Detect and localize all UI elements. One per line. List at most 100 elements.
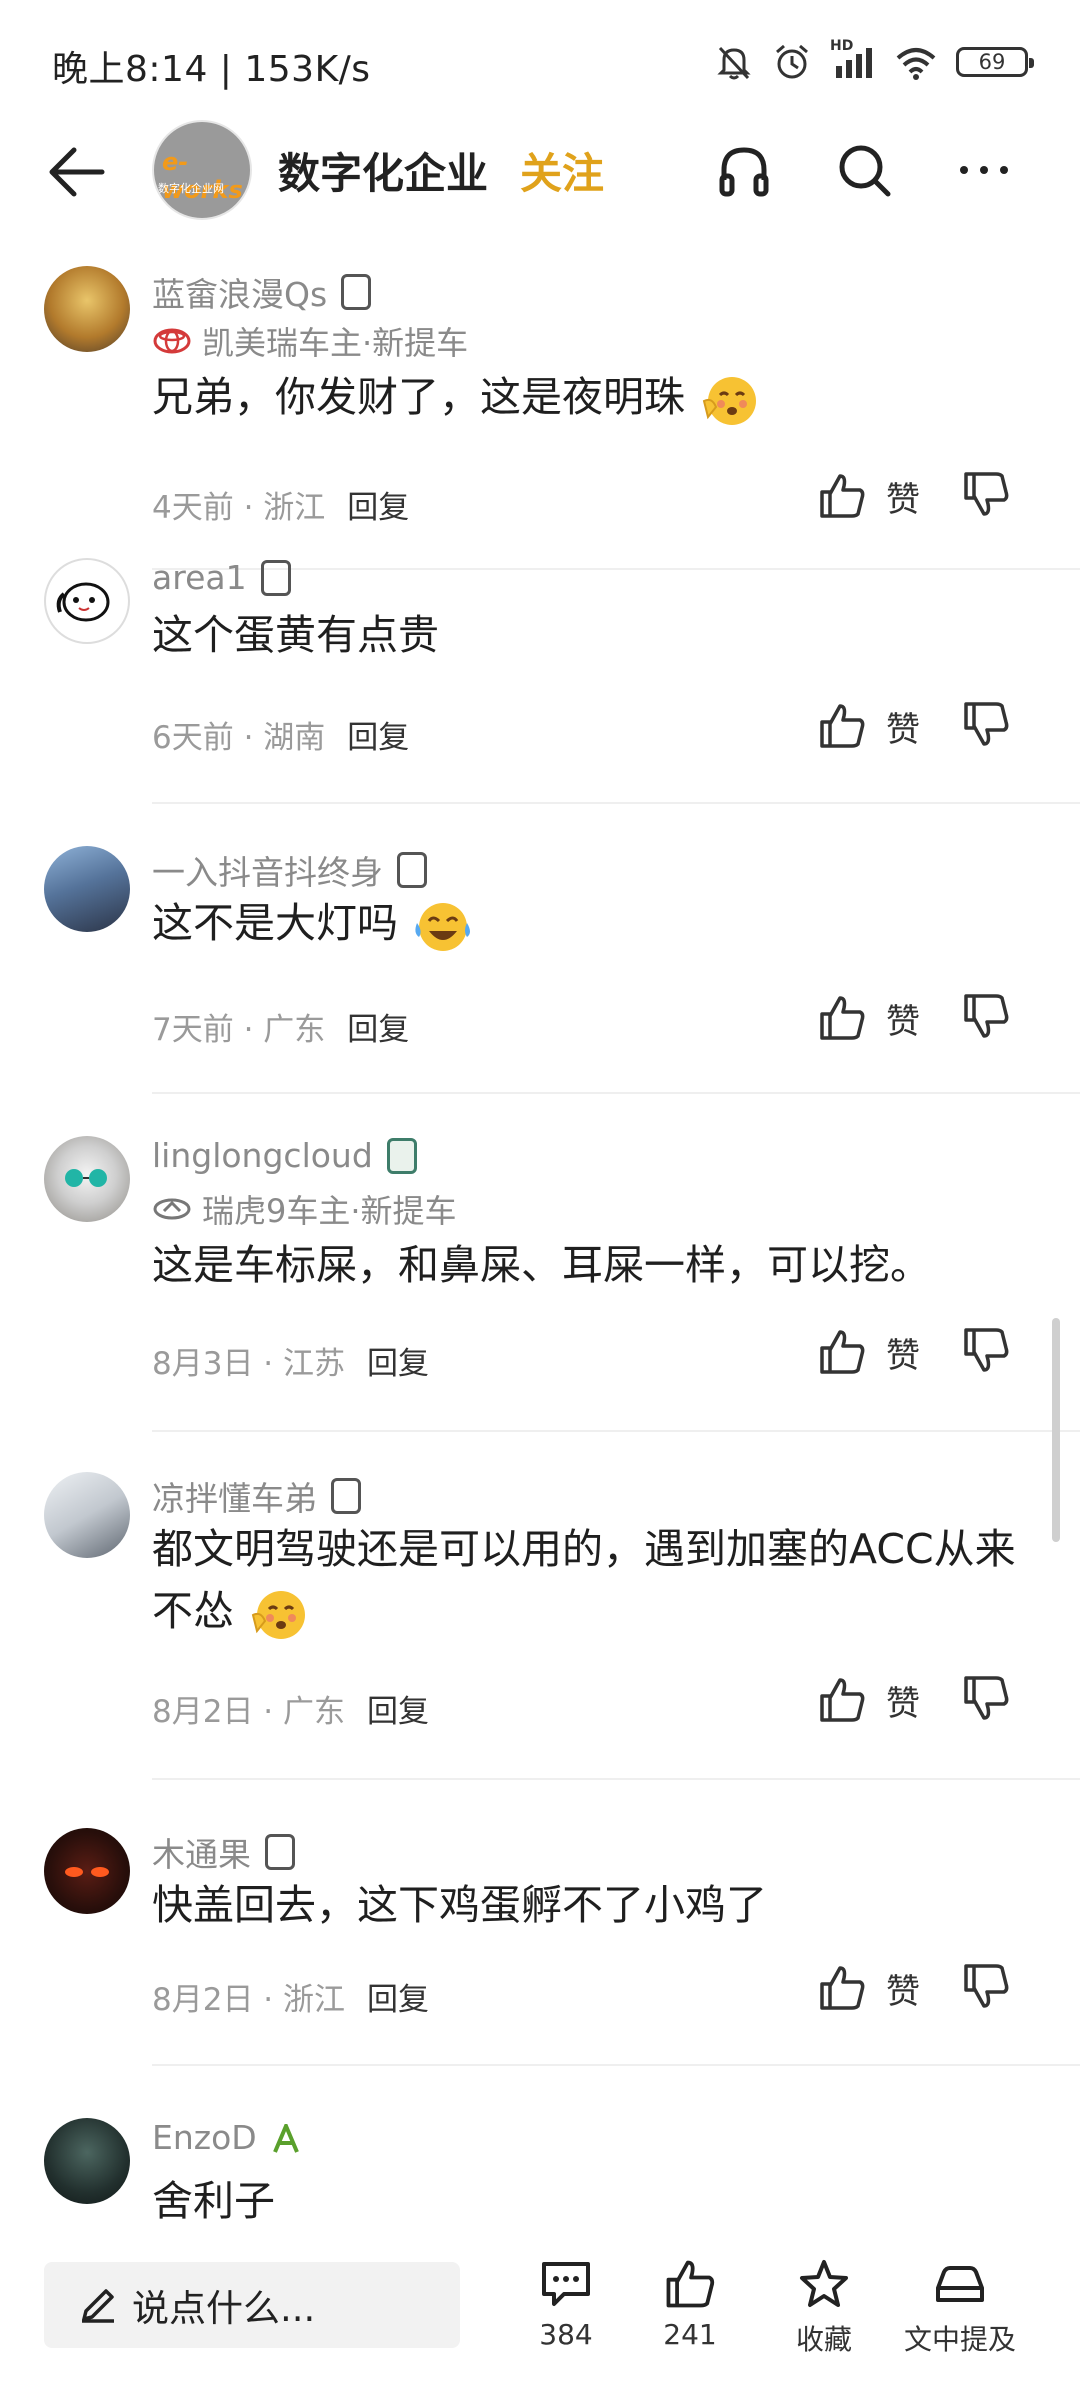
owner-badge-icon — [265, 1834, 295, 1870]
like-button[interactable]: 赞 — [816, 1962, 920, 2014]
laughing-tears-emoji — [415, 903, 471, 951]
like-button[interactable]: 赞 — [816, 470, 920, 522]
back-arrow-icon — [49, 147, 105, 197]
thumbs-down-icon — [964, 1964, 1009, 2008]
owner-badge-icon — [341, 274, 372, 310]
star-icon — [800, 2260, 848, 2307]
user-avatar[interactable] — [44, 266, 130, 352]
more-dots-icon — [960, 166, 1008, 174]
user-name-text: 一入抖音抖终身 — [152, 853, 383, 892]
comment-meta: 4天前 · 浙江 回复 — [152, 482, 409, 527]
comment-meta: 8月2日 · 浙江 回复 — [152, 1974, 429, 2019]
cat-with-sunglasses-icon — [65, 1169, 107, 1187]
thumbs-down-icon — [964, 994, 1009, 1038]
comment-time-location: 7天前 · 广东 — [152, 1012, 326, 1048]
channel-logo-subtext: 数字化企业网 — [158, 182, 224, 195]
like-label: 赞 — [886, 1971, 920, 2012]
car-owner-text: 凯美瑞车主·新提车 — [202, 324, 469, 362]
like-button[interactable]: 赞 — [816, 1674, 920, 1726]
listen-button[interactable] — [708, 134, 780, 206]
thumbs-down-icon — [964, 702, 1009, 746]
user-name-text: area1 — [152, 558, 247, 597]
thumbs-down-icon — [964, 1676, 1009, 1720]
dislike-button[interactable] — [960, 1672, 1012, 1728]
channel-avatar[interactable]: e-works 数字化企业网 — [152, 120, 252, 220]
thumbs-up-icon — [820, 1966, 865, 2010]
comment-time-location: 8月3日 · 江苏 — [152, 1346, 346, 1382]
like-button[interactable]: 赞 — [816, 1326, 920, 1378]
car-owner-text: 瑞虎9车主·新提车 — [202, 1192, 457, 1230]
dislike-button[interactable] — [960, 1324, 1012, 1380]
car-owner-tag: 瑞虎9车主·新提车 — [152, 1186, 457, 1232]
search-icon — [839, 145, 891, 197]
like-button[interactable]: 赞 — [816, 700, 920, 752]
user-name[interactable]: 凉拌懂车弟 — [152, 1472, 361, 1520]
dislike-button[interactable] — [960, 990, 1012, 1046]
user-name[interactable]: 蓝畲浪漫Qs — [152, 268, 372, 316]
thumbs-down-icon — [964, 1328, 1009, 1372]
battery-icon: 69 — [956, 47, 1034, 77]
search-button[interactable] — [828, 134, 900, 206]
user-avatar[interactable] — [44, 846, 130, 932]
reply-button[interactable]: 回复 — [367, 1982, 429, 2018]
mention-label: 文中提及 — [903, 2323, 1016, 2356]
reply-button[interactable]: 回复 — [367, 1694, 429, 1730]
like-label: 赞 — [886, 1683, 920, 1724]
like-button[interactable]: 赞 — [816, 992, 920, 1044]
owner-badge-icon — [260, 559, 291, 596]
comment-time-location: 4天前 · 浙江 — [152, 490, 326, 526]
comment-input[interactable]: 说点什么... — [44, 2262, 460, 2348]
comment-item: EnzoD 舍利子 — [0, 2100, 1080, 2240]
comment-time-location: 8月2日 · 广东 — [152, 1694, 346, 1730]
favorite-button[interactable]: 收藏 — [764, 2256, 884, 2358]
comment-divider — [152, 1430, 1080, 1432]
follow-button[interactable]: 关注 — [520, 140, 604, 201]
scrollbar-thumb[interactable] — [1052, 1318, 1060, 1542]
owner-badge-icon — [397, 852, 427, 888]
user-avatar[interactable] — [44, 2118, 130, 2204]
reply-button[interactable]: 回复 — [367, 1346, 429, 1382]
user-name-text: linglongcloud — [152, 1136, 373, 1175]
dislike-button[interactable] — [960, 698, 1012, 754]
comment-text: 这个蛋黄有点贵 — [152, 604, 1032, 666]
headphones-icon — [719, 147, 769, 197]
user-name[interactable]: 木通果 — [152, 1828, 295, 1876]
user-name[interactable]: EnzoD — [152, 2118, 301, 2157]
dislike-button[interactable] — [960, 468, 1012, 524]
owner-badge-icon — [386, 1137, 417, 1174]
user-avatar[interactable] — [44, 1136, 130, 1222]
like-post-button[interactable]: 241 — [630, 2256, 750, 2351]
wifi-icon — [896, 48, 936, 80]
comment-divider — [152, 1778, 1080, 1780]
comment-text-content: 兄弟，你发财了，这是夜明珠 — [152, 373, 685, 421]
reply-button[interactable]: 回复 — [347, 720, 409, 756]
like-label: 赞 — [886, 1335, 920, 1376]
user-name[interactable]: area1 — [152, 558, 291, 597]
user-avatar[interactable] — [44, 1828, 130, 1914]
more-button[interactable] — [948, 134, 1020, 206]
dislike-button[interactable] — [960, 1960, 1012, 2016]
user-name-text: EnzoD — [152, 2118, 257, 2157]
comment-text: 舍利子 — [152, 2170, 1032, 2232]
thumbs-up-icon — [820, 1678, 865, 1722]
blushing-face-emoji — [702, 377, 757, 425]
top-nav-bar: e-works 数字化企业网 数字化企业 关注 — [0, 120, 1080, 290]
channel-name[interactable]: 数字化企业 — [278, 140, 488, 201]
comment-meta: 7天前 · 广东 回复 — [152, 1004, 409, 1049]
status-bar: 晚上8:14 | 153K/s HD 69 — [0, 0, 1080, 120]
user-name[interactable]: 一入抖音抖终身 — [152, 846, 427, 894]
comment-count: 384 — [539, 2318, 593, 2351]
comments-button[interactable]: 384 — [506, 2256, 626, 2351]
reply-button[interactable]: 回复 — [347, 1012, 409, 1048]
pencil-icon — [82, 2289, 114, 2323]
user-name[interactable]: linglongcloud — [152, 1136, 417, 1175]
back-button[interactable] — [40, 136, 112, 208]
thumbs-up-icon — [820, 474, 865, 518]
blushing-face-emoji — [251, 1591, 306, 1639]
reply-button[interactable]: 回复 — [347, 490, 409, 526]
cartoon-face-icon — [56, 582, 110, 622]
user-avatar[interactable] — [44, 558, 130, 644]
like-count: 241 — [663, 2318, 717, 2351]
user-avatar[interactable] — [44, 1472, 130, 1558]
mentioned-cars-button[interactable]: 文中提及 — [900, 2256, 1020, 2358]
